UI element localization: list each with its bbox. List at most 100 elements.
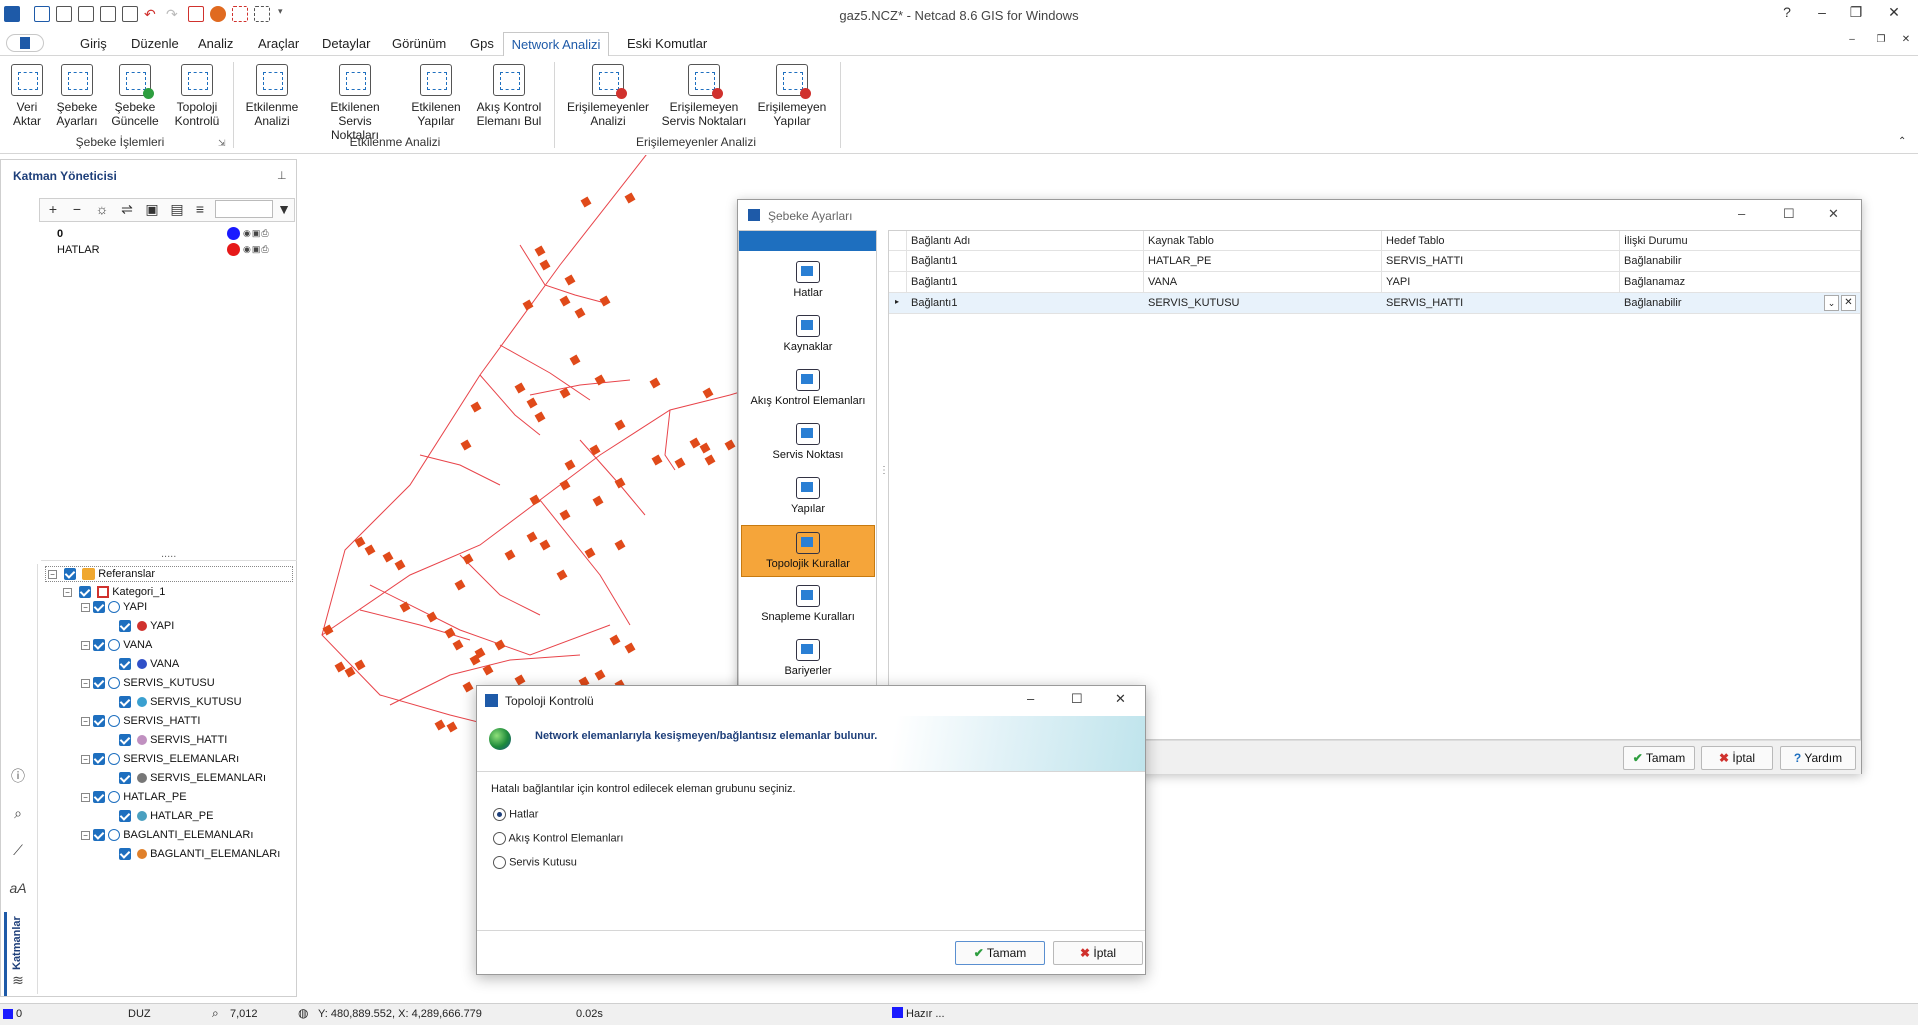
group-launcher-icon[interactable]: ⇲ (218, 138, 226, 149)
doc-minimize-button[interactable]: – (1838, 34, 1866, 45)
nav-item[interactable]: Bariyerler (741, 633, 875, 685)
building[interactable] (564, 459, 576, 471)
layer-child-row[interactable]: SERVIS_KUTUSU (119, 696, 242, 709)
checkbox[interactable] (119, 734, 131, 747)
checkbox[interactable] (93, 829, 106, 842)
erisilemeyenler-analizi-button[interactable]: Erişilemeyenler Analizi (564, 64, 652, 128)
table-cell[interactable]: YAPI (1386, 276, 1614, 288)
pipeline[interactable] (419, 454, 501, 486)
collapse-icon[interactable]: − (81, 754, 90, 764)
table-cell[interactable]: VANA (1148, 276, 1376, 288)
close-button[interactable]: ✕ (1115, 691, 1126, 707)
tab-gorunum[interactable]: Görünüm (392, 36, 446, 51)
nav-item[interactable]: Snapleme Kuralları (741, 579, 875, 631)
building[interactable] (522, 299, 534, 311)
building[interactable] (556, 569, 568, 581)
pipeline[interactable] (459, 554, 541, 616)
cancel-button[interactable]: ✖ İptal (1053, 941, 1143, 965)
layer-list-icon[interactable]: ≡ (191, 200, 209, 218)
checkbox[interactable] (119, 848, 131, 861)
column-header[interactable]: Bağlantı Adı (911, 235, 1139, 247)
checkbox[interactable] (93, 639, 106, 652)
building[interactable] (614, 419, 626, 431)
collapse-icon[interactable]: − (81, 716, 90, 726)
layer-snap-icon[interactable]: ⇌ (118, 200, 136, 218)
minimize-button[interactable]: – (1808, 4, 1836, 20)
etkilenen-servis-noktalari-button[interactable]: Etkilenen Servis Noktaları (312, 64, 398, 142)
building[interactable] (564, 274, 576, 286)
add-layer-icon[interactable]: + (44, 200, 62, 218)
layer-group-row[interactable]: − SERVIS_HATTI (81, 715, 200, 728)
layer-child-row[interactable]: SERVIS_ELEMANLARı (119, 772, 266, 785)
building[interactable] (574, 307, 586, 319)
building[interactable] (599, 295, 611, 307)
collapse-ribbon-icon[interactable]: ⌃ (1898, 136, 1906, 147)
pipeline[interactable] (369, 584, 611, 656)
building[interactable] (624, 192, 636, 204)
building[interactable] (589, 444, 601, 456)
building[interactable] (594, 669, 606, 681)
close-button[interactable]: ✕ (1828, 206, 1839, 222)
column-header[interactable]: Hedef Tablo (1386, 235, 1614, 247)
building[interactable] (592, 495, 604, 507)
building[interactable] (354, 659, 366, 671)
nav-item[interactable]: Servis Noktası (741, 417, 875, 469)
checkbox[interactable] (93, 677, 106, 690)
building[interactable] (334, 661, 346, 673)
building[interactable] (364, 544, 376, 556)
minimize-button[interactable]: – (1738, 206, 1745, 221)
close-button[interactable]: ✕ (1880, 4, 1908, 21)
checkbox[interactable] (93, 601, 106, 614)
table-cell[interactable]: Bağlantı1 (911, 276, 1139, 288)
checkbox[interactable] (93, 715, 106, 728)
building[interactable] (559, 295, 571, 307)
building[interactable] (526, 531, 538, 543)
layer-group-row[interactable]: − SERVIS_ELEMANLARı (81, 753, 239, 766)
tab-giris[interactable]: Giriş (80, 36, 107, 51)
building[interactable] (649, 377, 661, 389)
collapse-icon[interactable]: − (63, 587, 72, 597)
building[interactable] (426, 611, 438, 623)
erisilemeyen-yapilar-button[interactable]: Erişilemeyen Yapılar (756, 64, 828, 128)
sebeke-guncelle-button[interactable]: Şebeke Güncelle (110, 64, 160, 128)
layers-stack-icon[interactable]: ≋ (9, 972, 27, 990)
erisilemeyen-servis-noktalari-button[interactable]: Erişilemeyen Servis Noktaları (660, 64, 748, 128)
table-cell[interactable]: SERVIS_HATTI (1386, 255, 1614, 267)
building[interactable] (462, 681, 474, 693)
checkbox[interactable] (119, 810, 131, 823)
nav-item[interactable]: Akış Kontrol Elemanları (741, 363, 875, 415)
dialog-titlebar[interactable]: Topoloji Kontrolü – ☐ ✕ (477, 686, 1145, 716)
table-cell[interactable]: Bağlanabilir (1624, 297, 1856, 309)
layer-group-row[interactable]: − HATLAR_PE (81, 791, 187, 804)
layer-child-row[interactable]: HATLAR_PE (119, 810, 213, 823)
table-cell[interactable]: SERVIS_KUTUSU (1148, 297, 1376, 309)
checkbox[interactable] (119, 620, 131, 633)
layer-print-icon[interactable]: ▤ (168, 200, 186, 218)
ok-button[interactable]: ✔ Tamam (1623, 746, 1695, 770)
collapse-icon[interactable]: − (81, 678, 90, 688)
building[interactable] (460, 439, 472, 451)
restore-button[interactable]: ❐ (1842, 4, 1870, 21)
building[interactable] (569, 354, 581, 366)
remove-layer-icon[interactable]: − (68, 200, 86, 218)
column-header[interactable]: Kaynak Tablo (1148, 235, 1376, 247)
layer-row-name[interactable]: HATLAR (57, 244, 100, 256)
building[interactable] (704, 454, 716, 466)
table-cell[interactable]: Bağlanabilir (1624, 255, 1856, 267)
collapse-icon[interactable]: − (48, 569, 57, 579)
building[interactable] (452, 639, 464, 651)
filter-icon[interactable]: ▼ (275, 200, 293, 218)
search-icon[interactable]: ⌕ (9, 805, 27, 823)
nav-item[interactable]: Topolojik Kurallar (741, 525, 875, 577)
building[interactable] (399, 601, 411, 613)
radio-option[interactable]: Hatlar (493, 808, 538, 821)
layer-lock-icon[interactable]: ▣ (143, 200, 161, 218)
layer-row-name[interactable]: 0 (57, 228, 63, 240)
sebeke-ayarlari-button[interactable]: Şebeke Ayarları (54, 64, 100, 128)
table-cell[interactable]: Bağlantı1 (911, 297, 1139, 309)
building[interactable] (470, 401, 482, 413)
maximize-button[interactable]: ☐ (1783, 206, 1795, 222)
radio-button[interactable] (493, 856, 506, 869)
building[interactable] (539, 259, 551, 271)
nav-item[interactable]: Yapılar (741, 471, 875, 523)
